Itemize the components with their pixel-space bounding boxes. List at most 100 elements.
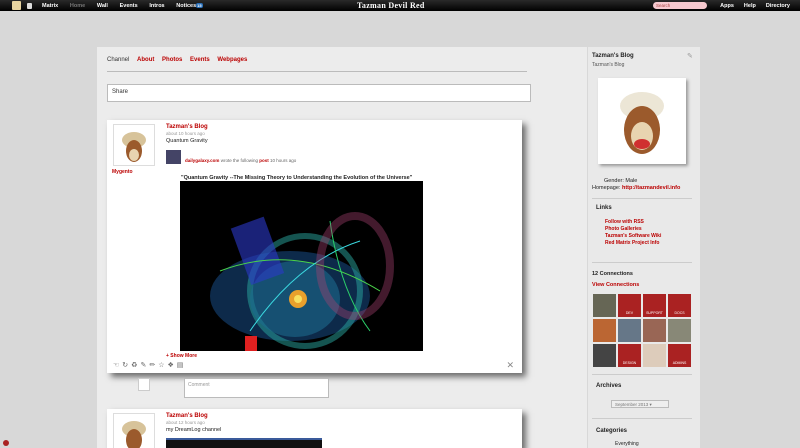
tab-channel[interactable]: Channel [107,57,129,63]
connection-avatar[interactable] [593,319,616,342]
comment-input[interactable]: Comment [184,378,329,398]
edit-pencil-icon[interactable]: ✎ [687,52,693,60]
link-photo-galleries[interactable]: Photo Galleries [605,226,661,233]
homepage-link[interactable]: http://tazmandevil.info [622,185,680,191]
connection-avatar[interactable]: DEV [618,294,641,317]
connections-grid: DEV SUPPORT DOCS DESIGN ADMINS [593,294,693,367]
show-more-link[interactable]: + Show More [166,353,197,359]
post-title: my DreamLog channel [166,427,222,433]
connections-count: 12 Connections [592,271,633,277]
shared-kind-link[interactable]: post [259,158,269,163]
connection-avatar[interactable] [643,344,666,367]
main-nav: Matrix Home Wall Events Intros Notices15 [32,2,203,9]
tab-webpages[interactable]: Webpages [217,57,247,63]
post-author[interactable]: Tazman's Blog [166,124,208,130]
tab-photos[interactable]: Photos [162,57,182,63]
post-author[interactable]: Tazman's Blog [166,413,208,419]
post-image[interactable] [180,181,423,351]
nav-events[interactable]: Events [120,3,138,9]
category-everything[interactable]: Everything [615,441,639,447]
divider [592,374,692,375]
connection-avatar[interactable] [668,319,691,342]
reshare-icon[interactable]: ↻ [122,362,131,369]
shared-source-link[interactable]: dailygalaxy.com [185,158,219,163]
like-icon[interactable]: ☜ [113,362,122,369]
post-timestamp: about 10 hours ago [166,131,205,136]
divider [592,418,692,419]
right-nav: Apps Help Directory [720,0,800,11]
nav-directory[interactable]: Directory [766,3,790,9]
connection-label: DOCS [674,311,685,315]
connection-avatar[interactable] [643,319,666,342]
post-dreamlog: Tazman's Blog about 12 hours ago my Drea… [107,409,522,448]
user-avatar-icon[interactable] [12,1,21,10]
shared-ago: 10 hours ago [270,158,297,163]
close-icon[interactable]: ✕ [506,360,514,371]
link-follow-rss[interactable]: Follow with RSS [605,219,661,226]
notices-badge: 15 [196,2,203,8]
pencil-icon[interactable]: ✏ [149,362,158,369]
post-author-avatar[interactable] [113,124,155,166]
bug-icon[interactable] [3,440,9,446]
nav-apps[interactable]: Apps [720,3,734,9]
connection-avatar[interactable]: DESIGN [618,344,641,367]
site-title: Tazman Devil Red [357,1,425,10]
categories-title: Categories [596,428,628,434]
nav-intros[interactable]: Intros [149,3,164,9]
connection-label: SUPPORT [646,311,663,315]
link-red-matrix-info[interactable]: Red Matrix Project Info [605,240,661,247]
tag-icon[interactable]: ❖ [167,362,176,369]
blog-subtitle: Tazman's Blog [592,62,625,68]
connection-avatar[interactable]: DOCS [668,294,691,317]
profile-tabs: Channel About Photos Events Webpages [107,57,253,63]
tab-events[interactable]: Events [190,57,210,63]
connection-avatar[interactable]: SUPPORT [643,294,666,317]
divider [592,262,692,263]
archives-title: Archives [596,383,622,389]
comment-avatar [138,378,150,391]
nav-notices-label: Notices [176,2,197,9]
gender-value: Male [625,178,638,184]
post-quantum-gravity: Tazman's Blog about 10 hours ago Quantum… [107,120,522,373]
nav-help[interactable]: Help [744,3,756,9]
nav-wall[interactable]: Wall [97,3,108,9]
connection-avatar[interactable] [618,319,641,342]
profile-gender: Gender: Male [604,178,637,184]
edit-icon[interactable]: ✎ [140,362,149,369]
view-connections-link[interactable]: View Connections [592,282,639,288]
post-image[interactable] [166,438,322,448]
shared-source-avatar[interactable] [166,150,181,164]
divider [592,198,692,199]
post-timestamp: about 12 hours ago [166,420,205,425]
shared-attribution: dailygalaxy.com wrote the following post… [185,158,296,163]
links-title: Links [596,205,612,211]
tab-about[interactable]: About [137,57,154,63]
nav-home[interactable]: Home [70,3,85,9]
folder-icon[interactable]: ▤ [177,362,187,369]
connection-avatar[interactable] [593,294,616,317]
connection-label: DESIGN [622,361,637,365]
tabs-divider [107,71,527,72]
links-list: Follow with RSS Photo Galleries Tazman's… [592,219,661,247]
profile-photo[interactable] [598,78,686,164]
post-tools: ☜↻♻✎✏☆❖▤ [113,361,186,369]
nav-notices[interactable]: Notices15 [176,2,203,9]
link-software-wiki[interactable]: Tazman's Software Wiki [605,233,661,240]
connection-label: ADMINS [672,361,687,365]
shared-text: wrote the following [220,158,258,163]
connection-label: DEV [625,311,634,315]
share-input[interactable]: Share [107,84,531,102]
profile-homepage: Homepage: http://tazmandevil.info [592,185,680,191]
mygento-link[interactable]: Mygento [112,169,133,175]
archive-select[interactable]: September 2013 ▾ [611,400,669,408]
search-input[interactable]: Search [653,2,707,9]
homepage-label: Homepage: [592,185,621,191]
connection-avatar[interactable]: ADMINS [668,344,691,367]
nav-matrix[interactable]: Matrix [42,3,58,9]
post-title: Quantum Gravity [166,138,208,144]
post-author-avatar[interactable] [113,413,155,448]
connection-avatar[interactable] [593,344,616,367]
archive-selected: September 2013 [615,402,649,407]
gender-label: Gender: [604,178,624,184]
blog-title: Tazman's Blog [592,53,634,59]
